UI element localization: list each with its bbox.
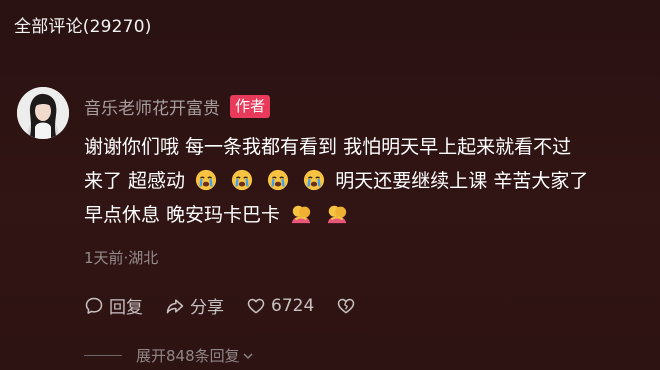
expand-replies-button[interactable]: 展开848条回复 [84, 345, 254, 366]
avatar-portrait-icon [17, 87, 69, 139]
comments-header-title: 全部评论(29270) [14, 17, 152, 37]
reply-button[interactable]: 回复 [84, 293, 143, 318]
crying-face-emoji-icon [304, 169, 325, 191]
share-arrow-icon [166, 298, 184, 313]
expand-replies-label: 展开848条回复 [136, 347, 240, 365]
comment-username[interactable]: 音乐老师花开富贵 [84, 94, 220, 119]
broken-heart-icon [338, 298, 355, 313]
hug-emoji-icon [327, 205, 347, 224]
avatar[interactable] [17, 87, 69, 139]
comment-line: 来了 超感动 明天还要继续上课 辛苦大家了 [84, 169, 589, 192]
share-button[interactable]: 分享 [165, 293, 224, 318]
comment-bubble-icon [85, 297, 103, 314]
heart-icon [247, 298, 265, 313]
divider-line [84, 355, 122, 356]
chevron-down-icon [243, 353, 253, 359]
dislike-button[interactable] [336, 296, 361, 316]
share-label: 分享 [190, 298, 224, 318]
like-button[interactable]: 6724 [246, 296, 314, 316]
crying-face-emoji-icon [232, 169, 253, 191]
comment-line: 早点休息 晚安玛卡巴卡 [84, 198, 644, 232]
like-count: 6724 [271, 295, 315, 316]
crying-face-emoji-icon [268, 169, 289, 191]
comment-author-row: 音乐老师花开富贵 作者 [84, 94, 271, 119]
comment-line: 谢谢你们哦 每一条我都有看到 我怕明天早上起来就看不过 [84, 136, 572, 158]
crying-face-emoji-icon [196, 169, 217, 191]
comment-time-location: 1天前·湖北 [84, 249, 159, 267]
comment-text: 谢谢你们哦 每一条我都有看到 我怕明天早上起来就看不过 来了 超感动 明天还要继… [84, 130, 644, 232]
author-badge: 作者 [230, 95, 271, 118]
comment-actions: 回复 分享 6724 [84, 293, 383, 318]
reply-label: 回复 [109, 298, 143, 318]
hug-emoji-icon [291, 205, 311, 224]
